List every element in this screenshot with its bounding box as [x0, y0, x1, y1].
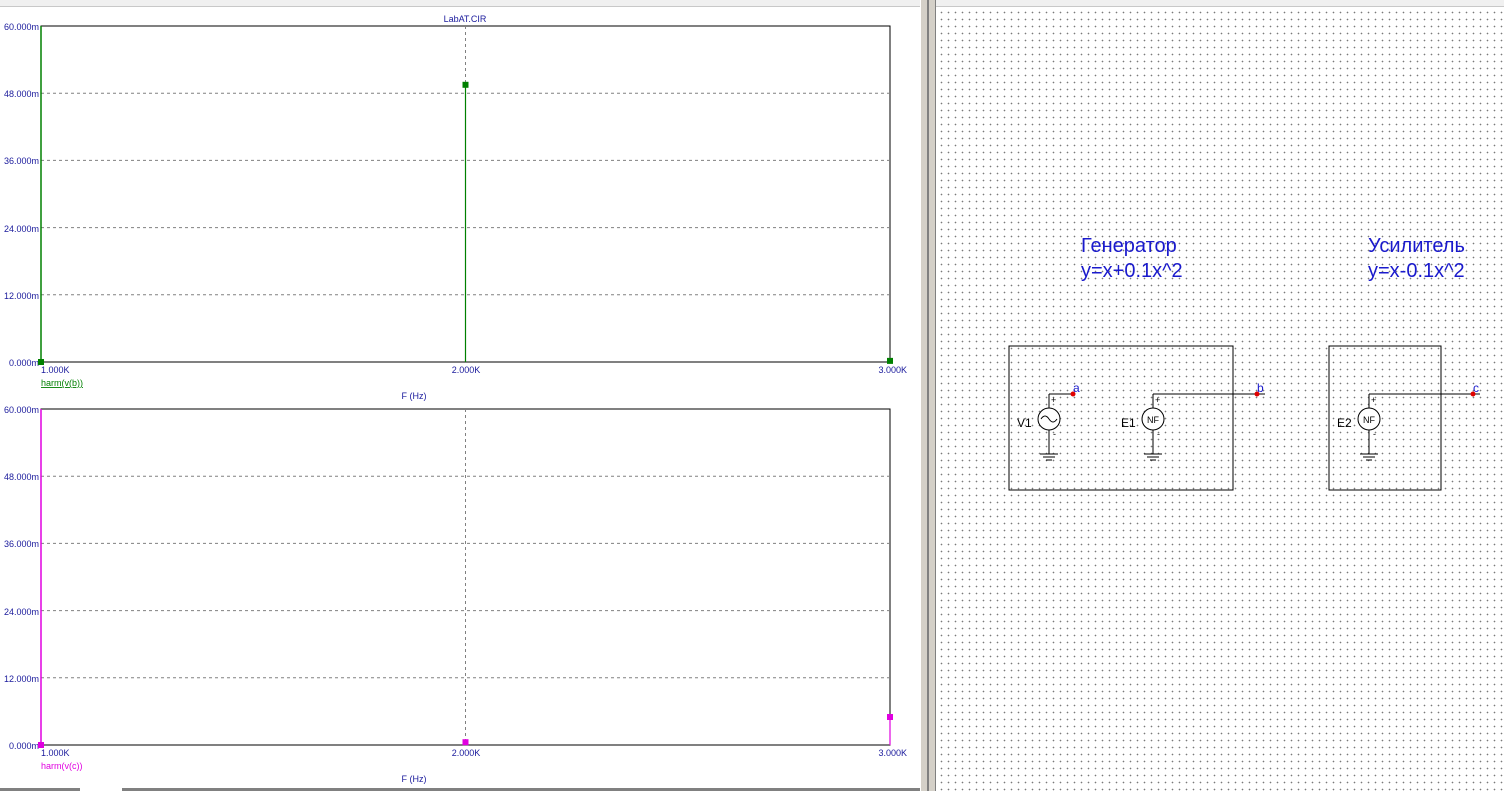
x-tick-labels-top: 1.000K 2.000K 3.000K — [41, 365, 907, 375]
v1-minus: - — [1053, 429, 1056, 439]
e1-plus: + — [1155, 395, 1160, 405]
plot-title: LabAT.CIR — [444, 14, 487, 24]
x-tick-labels-bottom: 1.000K 2.000K 3.000K — [41, 748, 907, 758]
v1-label: V1 — [1017, 416, 1032, 430]
pane-splitter[interactable] — [920, 0, 936, 791]
e1-nf-source[interactable]: NF E1 + - b — [1121, 381, 1265, 461]
y-tick-label: 36.000m — [4, 156, 39, 166]
splitter-grip — [927, 0, 929, 791]
harmonic-marker[interactable] — [38, 359, 44, 365]
y-tick-label: 60.000m — [4, 22, 39, 32]
schematic-toolbar[interactable] — [936, 0, 1504, 7]
x-tick-label: 1.000K — [41, 365, 70, 375]
e2-label: E2 — [1337, 416, 1352, 430]
y-tick-label: 60.000m — [4, 405, 39, 415]
y-tick-labels-bottom: 60.000m 48.000m 36.000m 24.000m 12.000m … — [4, 405, 39, 751]
trace-legend-top[interactable]: harm(v(b)) — [41, 378, 83, 388]
x-tick-label: 3.000K — [878, 748, 907, 758]
generator-title[interactable]: Генератор — [1081, 235, 1177, 257]
x-axis-label-bottom: F (Hz) — [402, 774, 427, 784]
schematic-canvas[interactable]: Генератор y=x+0.1x^2 Усилитель y=x-0.1x^… — [936, 7, 1504, 791]
e2-symbol: NF — [1363, 415, 1375, 425]
y-tick-label: 0.000m — [9, 358, 39, 368]
e2-nf-source[interactable]: NF E2 + - c — [1337, 381, 1480, 461]
harmonic-marker[interactable] — [462, 81, 469, 88]
e1-minus: - — [1157, 429, 1160, 439]
e2-plus: + — [1371, 395, 1376, 405]
harmonic-marker[interactable] — [462, 739, 469, 746]
generator-formula[interactable]: y=x+0.1x^2 — [1081, 260, 1183, 282]
y-tick-labels-top: 60.000m 48.000m 36.000m 24.000m 12.000m … — [4, 22, 39, 368]
node-c-label: c — [1473, 381, 1479, 395]
y-tick-label: 48.000m — [4, 89, 39, 99]
x-tick-label: 1.000K — [41, 748, 70, 758]
v1-plus: + — [1051, 395, 1056, 405]
trace-legend-bottom[interactable]: harm(v(c)) — [41, 761, 83, 771]
harmonic-marker[interactable] — [887, 357, 893, 364]
v1-source[interactable]: V1 + - a — [1017, 381, 1080, 461]
y-tick-label: 24.000m — [4, 607, 39, 617]
y-tick-label: 12.000m — [4, 291, 39, 301]
plot-pane: LabAT.CIR 60.000m 48.000m 36.000m 24.000… — [0, 0, 920, 791]
y-tick-label: 24.000m — [4, 224, 39, 234]
schematic-drawing[interactable]: Генератор y=x+0.1x^2 Усилитель y=x-0.1x^… — [936, 7, 1504, 791]
harmonic-marker[interactable] — [38, 742, 44, 748]
grid-bottom — [41, 409, 890, 745]
e2-minus: - — [1373, 429, 1376, 439]
y-tick-label: 0.000m — [9, 741, 39, 751]
analysis-plot[interactable]: LabAT.CIR 60.000m 48.000m 36.000m 24.000… — [0, 0, 920, 791]
amplifier-title[interactable]: Усилитель — [1368, 235, 1465, 257]
e1-label: E1 — [1121, 416, 1136, 430]
y-tick-label: 12.000m — [4, 674, 39, 684]
node-b-label: b — [1257, 381, 1264, 395]
y-tick-label: 48.000m — [4, 472, 39, 482]
node-a-label: a — [1073, 381, 1080, 395]
e1-symbol: NF — [1147, 415, 1159, 425]
amplifier-formula[interactable]: y=x-0.1x^2 — [1368, 260, 1465, 282]
plot-panel-top[interactable]: LabAT.CIR 60.000m 48.000m 36.000m 24.000… — [4, 14, 907, 401]
plot-panel-bottom[interactable]: 60.000m 48.000m 36.000m 24.000m 12.000m … — [4, 405, 907, 784]
y-tick-label: 36.000m — [4, 539, 39, 549]
x-tick-label: 2.000K — [452, 365, 481, 375]
harmonic-marker[interactable] — [887, 714, 893, 720]
x-tick-label: 3.000K — [878, 365, 907, 375]
x-axis-label-top: F (Hz) — [402, 391, 427, 401]
x-tick-label: 2.000K — [452, 748, 481, 758]
